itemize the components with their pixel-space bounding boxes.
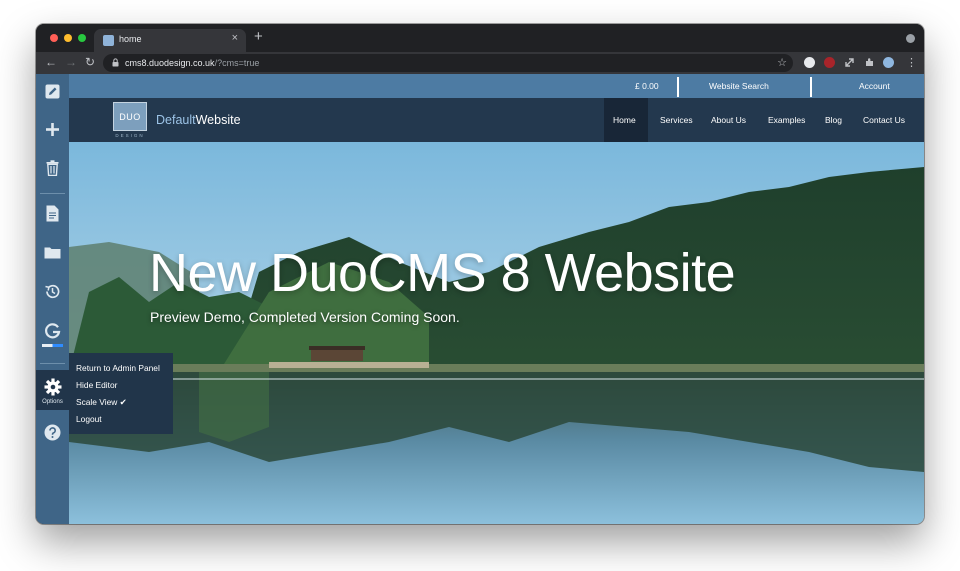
hero-landscape-image [69,142,924,524]
menu-item-hide-editor[interactable]: Hide Editor [69,378,173,395]
plus-icon [46,123,59,136]
minimize-window-button[interactable] [64,34,72,42]
close-window-button[interactable] [50,34,58,42]
nav-contact-us[interactable]: Contact Us [863,115,905,125]
add-button[interactable] [36,122,69,137]
grammarly-button[interactable] [36,323,69,340]
topbar-divider [810,77,812,97]
lock-icon [112,58,119,67]
zoom-window-button[interactable] [78,34,86,42]
topbar-divider [677,77,679,97]
ublock-extension-icon[interactable] [824,57,835,68]
profile-icon[interactable] [906,34,915,43]
gear-icon [44,378,61,396]
trash-icon [46,160,59,176]
help-icon [44,424,61,441]
site-top-bar: £ 0.00 Website Search Account [69,74,924,98]
logo-subtext: DESIGN [115,133,145,138]
account-link[interactable]: Account [859,81,890,91]
favicon-icon [103,35,114,46]
address-bar[interactable]: cms8.duodesign.co.uk/?cms=true ☆ [103,54,793,72]
bookmark-star-icon[interactable]: ☆ [777,56,787,69]
menu-item-return-admin[interactable]: Return to Admin Panel [69,361,173,378]
url-text: cms8.duodesign.co.uk/?cms=true [125,58,260,68]
history-button[interactable] [36,283,69,300]
browser-menu-icon[interactable]: ⋮ [906,56,917,69]
hero-title: New DuoCMS 8 Website [149,243,736,303]
site-navigation: DUO DESIGN DefaultWebsite Home Services … [69,98,924,142]
extensions-puzzle-icon[interactable] [864,57,875,68]
tab-close-icon[interactable]: × [232,32,238,44]
nav-services[interactable]: Services [660,115,693,125]
grammarly-status-bar [42,344,63,347]
tab-home[interactable]: home × [94,29,246,52]
nav-examples[interactable]: Examples [768,115,805,125]
nav-home[interactable]: Home [613,115,636,125]
back-button[interactable]: ← [45,55,57,69]
new-tab-button[interactable]: + [254,28,263,45]
forward-button[interactable]: → [65,55,77,69]
pages-button[interactable] [36,205,69,222]
browser-toolbar: ← → ↻ cms8.duodesign.co.uk/?cms=true ☆ ⋮ [36,52,924,74]
hero-banner: New DuoCMS 8 Website Preview Demo, Compl… [69,142,924,524]
delete-button[interactable] [36,160,69,176]
menu-item-scale-view[interactable]: Scale View ✔ [69,395,173,412]
tab-strip: home × + [36,24,924,52]
edit-button[interactable] [36,84,69,99]
tab-title: home [119,34,142,44]
history-icon [45,284,60,299]
logo-text: DUO [119,112,141,122]
options-menu: Return to Admin Panel Hide Editor Scale … [69,353,173,434]
avatar[interactable] [883,57,894,68]
document-icon [46,205,59,222]
nav-about-us[interactable]: About Us [711,115,746,125]
files-button[interactable] [36,246,69,259]
resize-extension-icon[interactable] [844,57,855,68]
sidebar-divider [40,193,65,194]
website-search-link[interactable]: Website Search [709,81,769,91]
menu-item-logout[interactable]: Logout [69,412,173,429]
site-logo[interactable]: DUO [113,102,147,131]
nav-blog[interactable]: Blog [825,115,842,125]
reload-button[interactable]: ↻ [85,55,95,69]
hero-subtitle: Preview Demo, Completed Version Coming S… [150,309,460,325]
extension-icon-1[interactable] [804,57,815,68]
website: £ 0.00 Website Search Account DUO DESIGN… [69,74,924,524]
sidebar-divider [40,363,65,364]
help-button[interactable] [36,424,69,441]
pencil-icon [45,84,60,99]
site-name[interactable]: DefaultWebsite [156,113,241,127]
browser-window: home × + ← → ↻ cms8.duodesign.co.uk/?cms… [36,24,924,524]
options-label: Options [42,399,63,405]
options-icon-wrap[interactable] [36,378,69,396]
grammarly-icon [45,323,61,339]
cart-total[interactable]: £ 0.00 [635,81,659,91]
cms-sidebar: Options [36,74,69,524]
folder-icon [44,247,61,259]
